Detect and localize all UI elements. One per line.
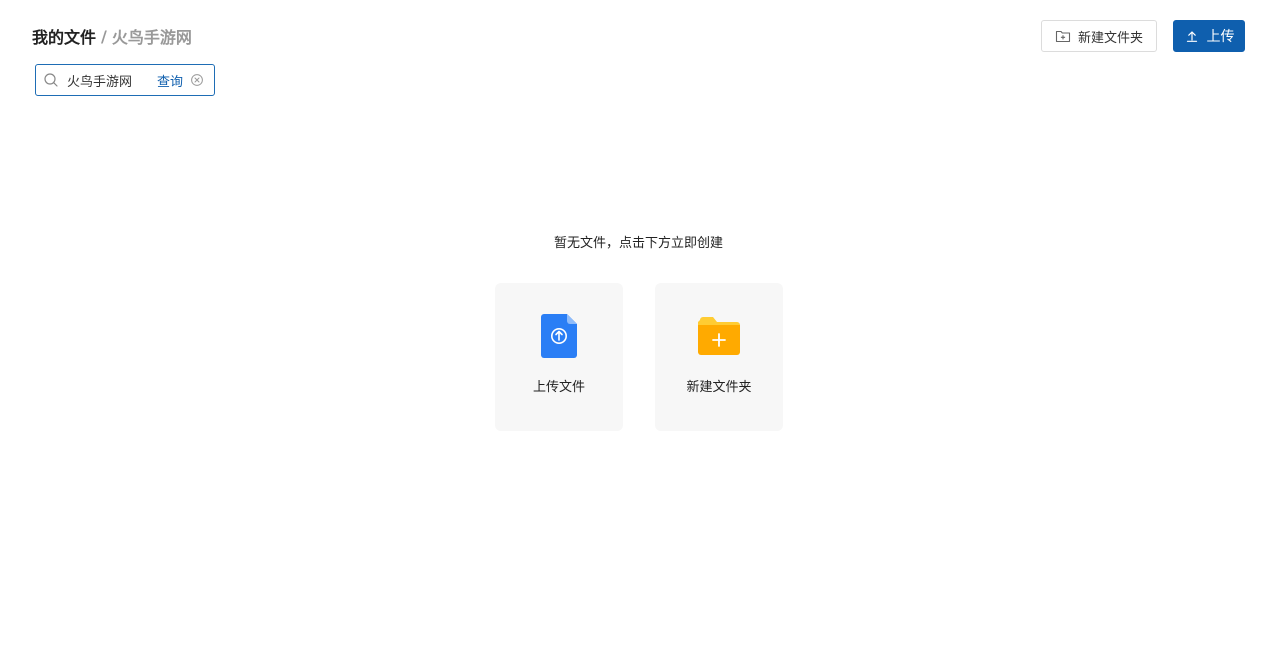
upload-icon <box>1184 28 1200 44</box>
file-manager-page: 我的文件 / 火鸟手游网 新建文件夹 上传 火鸟手游网 查询 暂无文件，点击下方… <box>0 0 1277 667</box>
new-folder-button-label: 新建文件夹 <box>1077 30 1143 46</box>
search-query-button[interactable]: 查询 <box>157 71 183 90</box>
new-folder-card[interactable]: 新建文件夹 <box>655 283 783 431</box>
new-folder-icon <box>697 314 741 358</box>
clear-circle-icon[interactable] <box>190 73 204 87</box>
breadcrumb-separator: / <box>101 26 107 46</box>
search-input[interactable] <box>67 72 153 88</box>
folder-plus-icon <box>1055 28 1071 44</box>
upload-button[interactable]: 上传 <box>1173 20 1245 52</box>
breadcrumb: 我的文件 / 火鸟手游网 <box>32 24 192 48</box>
breadcrumb-current: 火鸟手游网 <box>111 28 192 47</box>
search-icon <box>43 72 59 88</box>
empty-state-actions: 上传文件 新建文件夹 <box>495 283 783 431</box>
search-box: 查询 <box>35 64 215 96</box>
breadcrumb-root-link[interactable]: 我的文件 <box>32 24 96 48</box>
upload-button-label: 上传 <box>1206 29 1235 45</box>
empty-state-message: 暂无文件，点击下方立即创建 <box>553 236 723 251</box>
new-folder-button[interactable]: 新建文件夹 <box>1041 20 1157 52</box>
upload-file-card[interactable]: 上传文件 <box>495 283 623 431</box>
toolbar: 新建文件夹 上传 <box>1041 20 1245 52</box>
upload-file-card-label: 上传文件 <box>532 380 585 395</box>
new-folder-card-label: 新建文件夹 <box>686 380 752 395</box>
upload-file-icon <box>537 314 581 358</box>
